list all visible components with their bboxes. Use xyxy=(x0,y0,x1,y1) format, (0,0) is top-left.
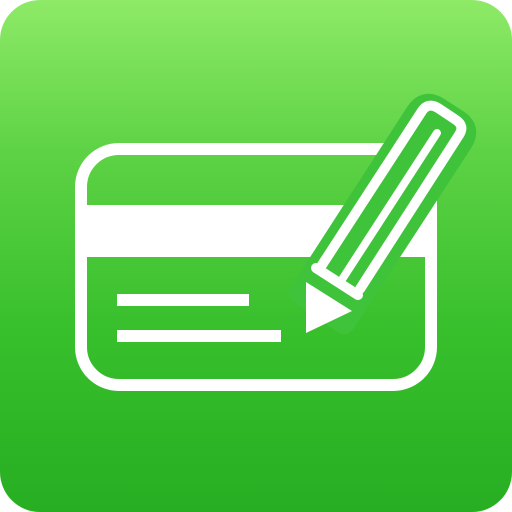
text-line-2 xyxy=(117,330,281,342)
app-icon-glyph xyxy=(75,93,477,391)
text-line-1 xyxy=(117,294,249,306)
app-icon[interactable] xyxy=(0,0,512,512)
